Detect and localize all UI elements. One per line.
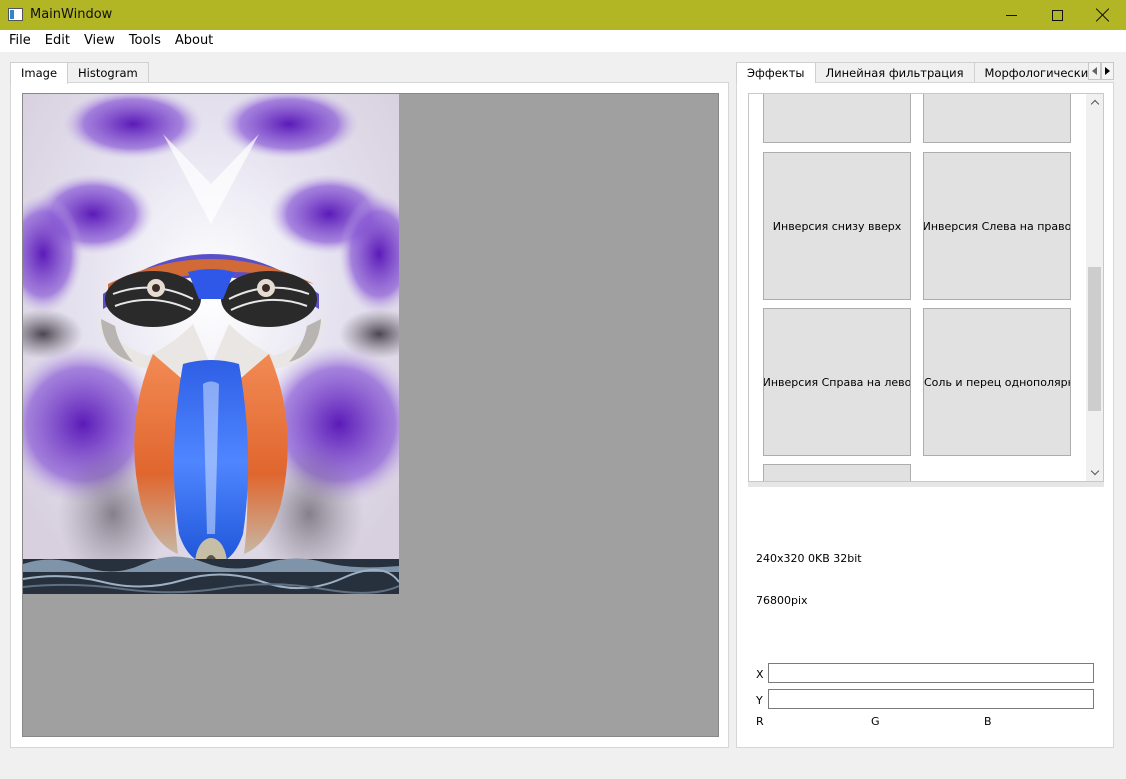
y-coordinate-field[interactable] xyxy=(768,689,1094,709)
effects-tab-panel: Инверсия снизу вверх Инверсия Слева на п… xyxy=(736,82,1114,748)
x-label: X xyxy=(756,668,764,681)
tab-histogram[interactable]: Histogram xyxy=(67,62,149,83)
effect-button-invert-right-left[interactable]: Инверсия Справа на лево xyxy=(763,308,911,456)
close-button[interactable] xyxy=(1080,0,1126,30)
triangle-left-icon xyxy=(1092,67,1097,75)
tab-effects[interactable]: Эффекты xyxy=(736,62,816,83)
y-label: Y xyxy=(756,694,763,707)
parrot-image xyxy=(23,94,399,594)
triangle-right-icon xyxy=(1105,67,1110,75)
pixel-count-label: 76800pix xyxy=(756,594,808,607)
b-label: B xyxy=(984,715,992,728)
title-bar: MainWindow xyxy=(0,0,1126,30)
tab-scroll-left-button[interactable] xyxy=(1088,62,1101,80)
g-label: G xyxy=(871,715,880,728)
menu-bar: File Edit View Tools About xyxy=(0,30,1126,52)
close-icon xyxy=(1096,8,1110,22)
chevron-up-icon xyxy=(1090,99,1099,109)
menu-edit[interactable]: Edit xyxy=(38,30,77,52)
image-info-label: 240x320 0KB 32bit xyxy=(756,552,862,565)
effect-button-invert-bottom-up[interactable]: Инверсия снизу вверх xyxy=(763,152,911,300)
app-window-icon xyxy=(8,8,23,21)
tab-image[interactable]: Image xyxy=(10,62,69,84)
menu-tools[interactable]: Tools xyxy=(122,30,168,52)
minimize-button[interactable] xyxy=(988,0,1034,30)
scroll-thumb[interactable] xyxy=(1088,267,1101,411)
effect-button-hidden-1[interactable] xyxy=(763,94,911,143)
tab-linear-filtering[interactable]: Линейная фильтрация xyxy=(814,62,975,83)
image-tab-panel xyxy=(10,82,729,748)
x-coordinate-field[interactable] xyxy=(768,663,1094,683)
maximize-button[interactable] xyxy=(1034,0,1080,30)
scroll-up-button[interactable] xyxy=(1086,94,1103,111)
menu-file[interactable]: File xyxy=(0,30,38,52)
menu-about[interactable]: About xyxy=(168,30,220,52)
effect-button-hidden-3[interactable] xyxy=(763,464,911,481)
image-viewport[interactable] xyxy=(22,93,719,737)
r-label: R xyxy=(756,715,764,728)
menu-view[interactable]: View xyxy=(77,30,122,52)
tab-scroll-right-button[interactable] xyxy=(1101,62,1114,80)
left-tab-bar: Image Histogram xyxy=(10,62,149,84)
scroll-area-footer xyxy=(748,482,1104,487)
minimize-icon xyxy=(1005,14,1017,16)
maximize-icon xyxy=(1051,9,1063,21)
effect-button-salt-pepper[interactable]: Соль и перец однополярный xyxy=(923,308,1071,456)
effect-button-invert-left-right[interactable]: Инверсия Слева на право xyxy=(923,152,1071,300)
effects-scroll-area[interactable]: Инверсия снизу вверх Инверсия Слева на п… xyxy=(748,93,1104,482)
effects-vertical-scrollbar[interactable] xyxy=(1086,94,1103,481)
chevron-down-icon xyxy=(1090,466,1099,476)
window-title: MainWindow xyxy=(30,7,113,22)
scroll-down-button[interactable] xyxy=(1086,464,1103,481)
right-tab-bar: Эффекты Линейная фильтрация Морфологичес… xyxy=(736,62,1114,83)
effect-button-hidden-2[interactable] xyxy=(923,94,1071,143)
